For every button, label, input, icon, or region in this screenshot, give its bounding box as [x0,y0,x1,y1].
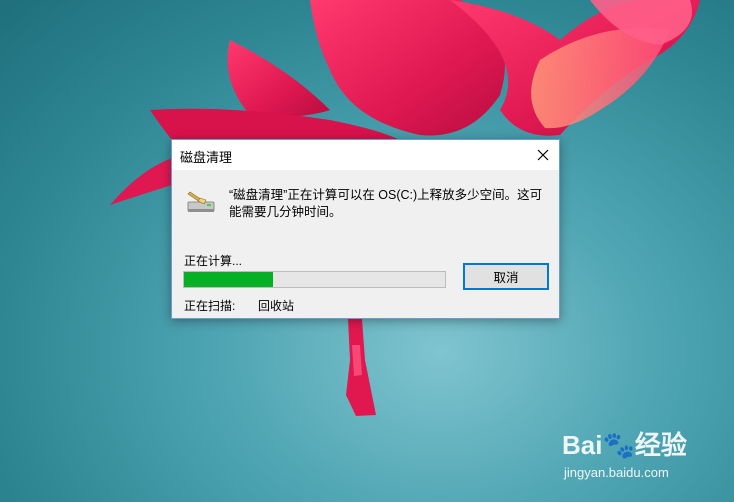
watermark-logo: Bai🐾经验 [562,430,687,460]
progress-bar [183,271,446,288]
close-button[interactable] [527,140,559,170]
scanning-value: 回收站 [258,299,295,313]
dialog-message: “磁盘清理”正在计算可以在 OS(C:)上释放多少空间。这可能需要几分钟时间。 [229,188,543,219]
baidu-watermark: Bai🐾经验 jingyan.baidu.com [562,425,687,480]
disk-cleanup-icon [184,188,216,216]
dialog-titlebar[interactable]: 磁盘清理 [172,140,559,170]
calculating-status: 正在计算... [184,254,243,268]
close-icon [537,149,549,161]
progress-fill [184,272,273,287]
dialog-title: 磁盘清理 [180,150,233,165]
disk-cleanup-dialog: 磁盘清理 “磁盘清理”正在计算可以在 OS(C:)上释放多少空间。这可能需要几分… [171,139,560,319]
watermark-url: jingyan.baidu.com [564,465,669,480]
scanning-label: 正在扫描: [184,299,236,313]
cancel-button[interactable]: 取消 [463,263,549,290]
